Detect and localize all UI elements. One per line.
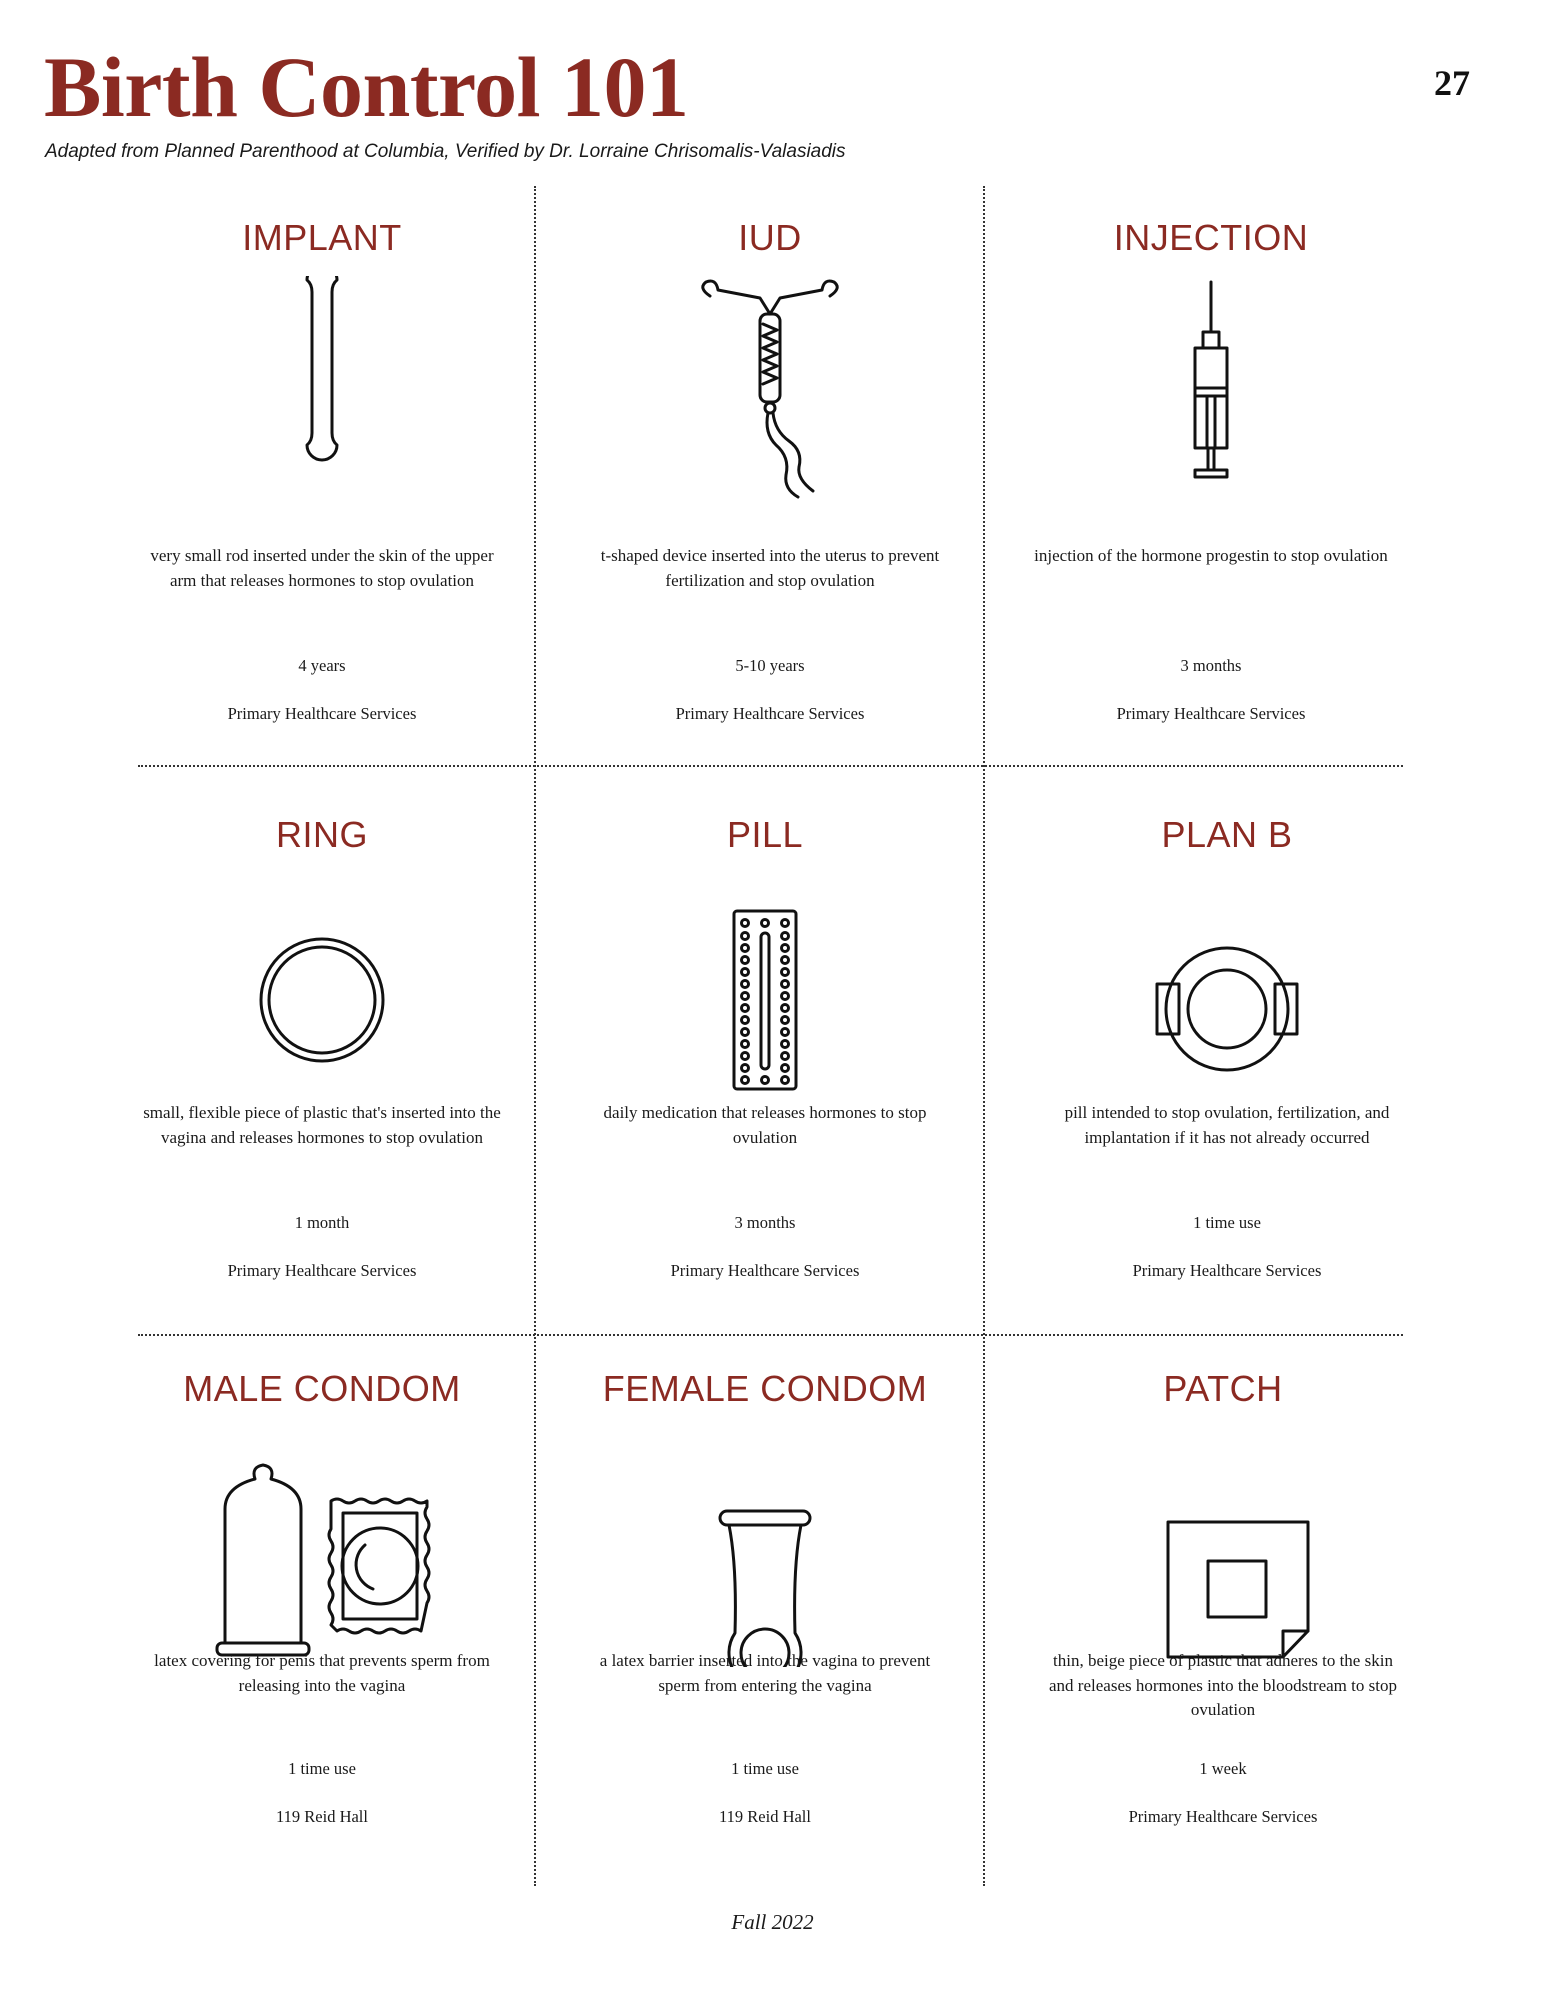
- method-location: Primary Healthcare Services: [227, 1261, 417, 1280]
- method-location: 119 Reid Hall: [276, 1807, 368, 1826]
- method-card-pill: PILL daily medication that releases horm…: [565, 813, 965, 1353]
- page-subtitle: Adapted from Planned Parenthood at Colum…: [45, 141, 846, 162]
- method-description: injection of the hormone progestin to st…: [1034, 546, 1388, 565]
- method-location: Primary Healthcare Services: [670, 1261, 860, 1280]
- page-title: Birth Control 101: [44, 39, 689, 135]
- method-description: latex covering for penis that prevents s…: [154, 1651, 490, 1695]
- method-card-ring: RING small, flexible piece of plastic th…: [122, 813, 522, 1353]
- method-name: MALE CONDOM: [183, 1368, 461, 1409]
- method-description: very small rod inserted under the skin o…: [150, 546, 494, 590]
- method-location: Primary Healthcare Services: [1116, 704, 1306, 723]
- iud-icon: [670, 276, 870, 516]
- page-number: 27: [1434, 63, 1470, 103]
- column-divider: [983, 186, 985, 1886]
- plan-b-pill-icon: [1127, 873, 1327, 1113]
- male-condom-icon: [207, 1427, 447, 1667]
- column-divider: [534, 186, 536, 1886]
- method-location: Primary Healthcare Services: [1132, 1261, 1322, 1280]
- method-name: IUD: [738, 217, 802, 258]
- pill-pack-icon: [665, 873, 865, 1113]
- method-card-injection: INJECTION injection of the hormone proge…: [1011, 216, 1411, 756]
- method-card-female-condom: FEMALE CONDOM a latex barrier inserted i…: [565, 1367, 965, 1907]
- method-name: FEMALE CONDOM: [602, 1368, 928, 1409]
- method-location: Primary Healthcare Services: [1128, 1807, 1318, 1826]
- patch-icon: [1123, 1427, 1323, 1667]
- method-duration: 3 months: [1180, 656, 1242, 675]
- method-card-male-condom: MALE CONDOM latex covering for penis tha…: [122, 1367, 522, 1907]
- syringe-icon: [1111, 276, 1311, 516]
- method-duration: 1 time use: [288, 1759, 356, 1778]
- method-location: Primary Healthcare Services: [227, 704, 417, 723]
- method-description: a latex barrier inserted into the vagina…: [599, 1651, 931, 1695]
- footer-edition: Fall 2022: [731, 1910, 814, 1934]
- method-duration: 5-10 years: [735, 656, 805, 675]
- method-card-plan-b: PLAN B pill intended to stop ovulation, …: [1027, 813, 1427, 1353]
- method-duration: 1 week: [1199, 1759, 1247, 1778]
- method-card-iud: IUD t-shaped device inserted into the ut…: [570, 216, 970, 756]
- method-duration: 4 years: [298, 656, 346, 675]
- method-name: PATCH: [1163, 1368, 1283, 1409]
- method-name: INJECTION: [1113, 217, 1309, 258]
- method-description: pill intended to stop ovulation, fertili…: [1064, 1103, 1390, 1147]
- female-condom-icon: [665, 1427, 865, 1667]
- method-description: t-shaped device inserted into the uterus…: [600, 546, 940, 590]
- method-duration: 3 months: [734, 1213, 796, 1232]
- method-description: daily medication that releases hormones …: [603, 1103, 927, 1147]
- ring-icon: [222, 873, 422, 1113]
- method-name: PILL: [726, 814, 804, 855]
- method-description: small, flexible piece of plastic that's …: [143, 1103, 501, 1147]
- method-card-implant: IMPLANT very small rod inserted under th…: [122, 216, 522, 756]
- row-divider: [138, 765, 1403, 767]
- method-description: thin, beige piece of plastic that adhere…: [1049, 1651, 1397, 1719]
- method-location: Primary Healthcare Services: [675, 704, 865, 723]
- implant-rod-icon: [222, 276, 422, 516]
- method-duration: 1 month: [294, 1213, 350, 1232]
- method-duration: 1 time use: [731, 1759, 799, 1778]
- method-card-patch: PATCH thin, beige piece of plastic that …: [1023, 1367, 1423, 1907]
- method-location: 119 Reid Hall: [719, 1807, 811, 1826]
- method-name: IMPLANT: [242, 217, 402, 258]
- method-duration: 1 time use: [1193, 1213, 1261, 1232]
- method-name: PLAN B: [1161, 814, 1293, 855]
- method-name: RING: [276, 814, 368, 855]
